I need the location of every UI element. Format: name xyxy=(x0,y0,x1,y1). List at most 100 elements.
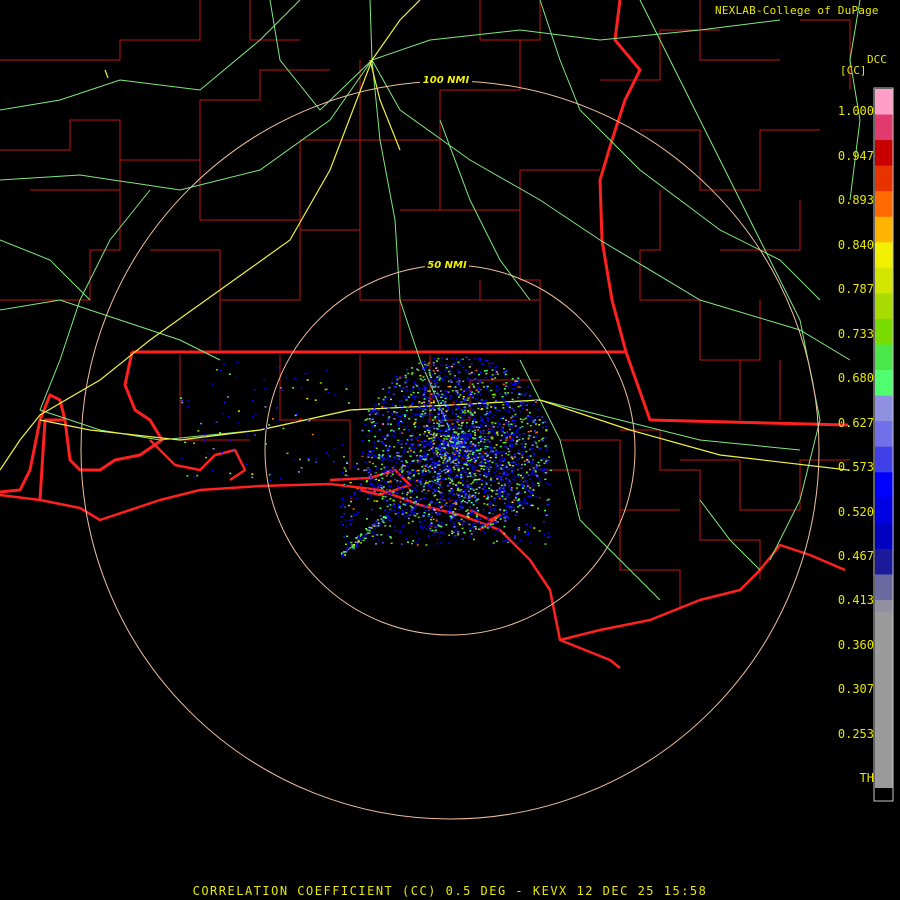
echo-pixel xyxy=(344,484,347,487)
echo-pixel xyxy=(483,370,486,372)
echo-pixel xyxy=(403,446,406,449)
echo-pixel xyxy=(480,426,483,428)
echo-pixel xyxy=(493,521,496,524)
echo-pixel xyxy=(410,476,413,478)
echo-pixel xyxy=(277,419,280,421)
echo-pixel xyxy=(449,507,451,509)
echo-pixel xyxy=(426,380,429,383)
echo-pixel xyxy=(474,456,477,458)
echo-pixel xyxy=(397,507,400,510)
echo-pixel xyxy=(486,473,489,475)
echo-pixel xyxy=(428,504,431,506)
echo-pixel xyxy=(519,539,522,541)
echo-pixel xyxy=(377,440,380,442)
echo-pixel xyxy=(532,459,535,461)
echo-pixel xyxy=(381,472,384,475)
echo-pixel xyxy=(432,400,435,402)
echo-pixel xyxy=(432,425,435,427)
echo-pixel xyxy=(468,366,471,368)
echo-pixel xyxy=(493,471,496,473)
echo-pixel xyxy=(355,514,358,516)
echo-pixel xyxy=(361,536,364,538)
echo-pixel xyxy=(377,409,380,411)
echo-pixel xyxy=(544,509,546,512)
echo-pixel xyxy=(344,543,347,545)
echo-pixel xyxy=(181,401,184,404)
echo-pixel xyxy=(458,383,461,385)
echo-pixel xyxy=(399,501,402,503)
legend-color-band xyxy=(875,216,893,243)
echo-pixel xyxy=(546,513,549,516)
echo-pixel xyxy=(489,410,492,413)
echo-pixel xyxy=(445,367,448,369)
legend-color-band xyxy=(875,600,893,613)
echo-pixel xyxy=(534,453,537,455)
echo-pixel xyxy=(386,505,389,508)
echo-pixel xyxy=(422,505,425,507)
echo-pixel xyxy=(432,396,435,398)
echo-pixel xyxy=(416,479,419,482)
echo-pixel xyxy=(429,409,432,412)
echo-pixel xyxy=(521,454,524,456)
echo-pixel xyxy=(523,499,526,501)
echo-pixel xyxy=(480,465,483,467)
echo-pixel xyxy=(511,458,514,460)
echo-pixel xyxy=(461,465,464,467)
echo-pixel xyxy=(424,492,427,495)
echo-pixel xyxy=(438,400,441,402)
echo-pixel xyxy=(272,418,274,420)
echo-pixel xyxy=(491,394,494,396)
echo-pixel xyxy=(433,469,436,471)
echo-pixel xyxy=(429,523,432,526)
echo-pixel xyxy=(398,416,401,418)
echo-pixel xyxy=(405,397,408,400)
echo-pixel xyxy=(469,488,472,490)
echo-pixel xyxy=(534,400,537,402)
echo-pixel xyxy=(503,525,506,528)
echo-pixel xyxy=(468,416,470,419)
echo-pixel xyxy=(471,509,473,511)
echo-pixel xyxy=(445,410,448,413)
echo-pixel xyxy=(503,516,506,518)
echo-pixel xyxy=(447,474,450,476)
echo-pixel xyxy=(502,473,505,476)
echo-pixel xyxy=(436,422,439,424)
echo-pixel xyxy=(518,502,521,504)
radar-map: 100 NMI 50 NMI xyxy=(0,0,900,900)
echo-pixel xyxy=(477,456,480,459)
echo-pixel xyxy=(424,497,427,500)
echo-pixel xyxy=(429,528,432,531)
echo-pixel xyxy=(499,459,502,461)
echo-pixel xyxy=(443,418,446,420)
echo-pixel xyxy=(503,371,506,373)
echo-pixel xyxy=(461,435,464,437)
echo-pixel xyxy=(269,479,272,482)
echo-pixel xyxy=(429,374,432,376)
echo-pixel xyxy=(383,466,386,469)
echo-pixel xyxy=(530,464,533,467)
echo-pixel xyxy=(279,387,282,389)
echo-pixel xyxy=(369,420,372,422)
echo-pixel xyxy=(393,411,396,413)
echo-pixel xyxy=(474,469,477,471)
echo-pixel xyxy=(504,441,507,444)
echo-pixel xyxy=(180,400,183,402)
echo-pixel xyxy=(544,543,547,545)
echo-pixel xyxy=(452,427,455,429)
echo-pixel xyxy=(439,508,442,511)
echo-pixel xyxy=(487,424,490,427)
echo-pixel xyxy=(382,400,385,402)
echo-pixel xyxy=(448,480,451,482)
echo-pixel xyxy=(527,438,530,440)
echo-pixel xyxy=(457,361,460,363)
echo-pixel xyxy=(436,526,439,528)
echo-pixel xyxy=(276,367,279,369)
echo-pixel xyxy=(426,442,429,445)
echo-pixel xyxy=(377,539,380,541)
echo-pixel xyxy=(488,431,491,433)
echo-pixel xyxy=(474,509,477,512)
echo-pixel xyxy=(416,443,419,446)
echo-pixel xyxy=(439,390,442,392)
echo-pixel xyxy=(386,470,389,473)
echo-pixel xyxy=(449,385,452,388)
